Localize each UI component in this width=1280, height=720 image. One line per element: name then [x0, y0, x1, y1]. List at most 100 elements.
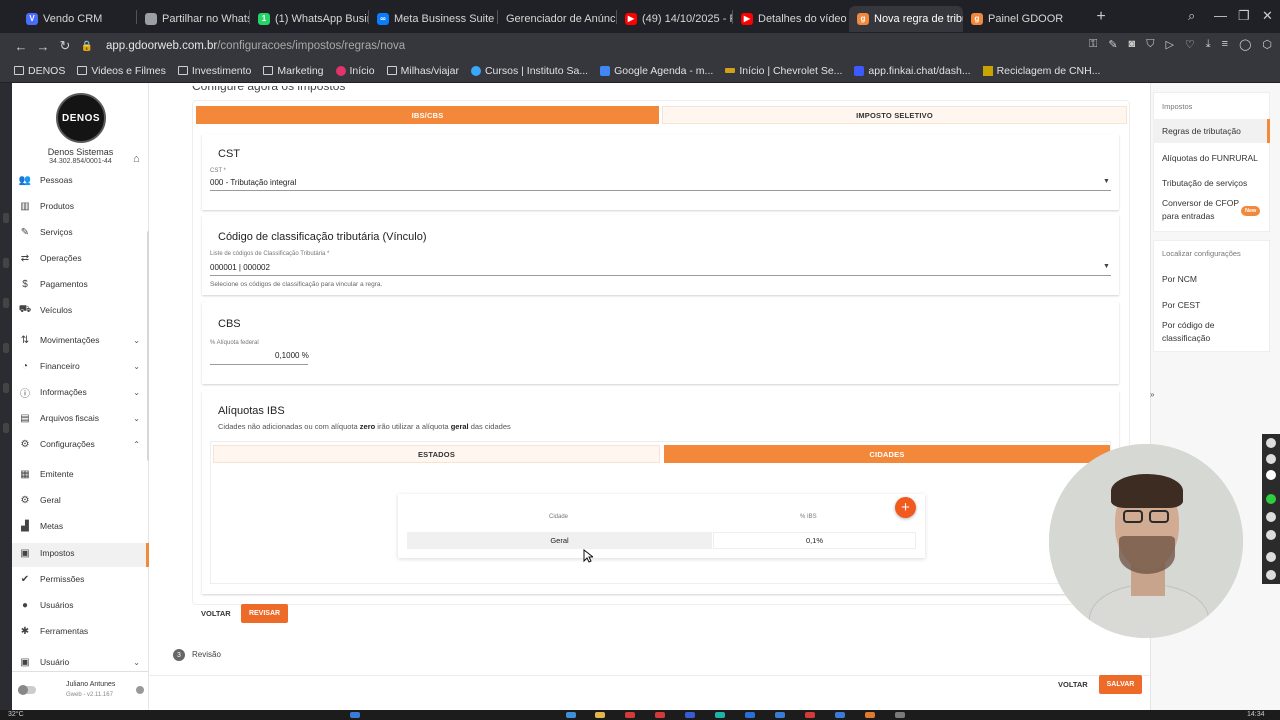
- cbs-rate-input[interactable]: 0,1000 %: [275, 351, 309, 360]
- bookmark-item[interactable]: DENOS: [14, 65, 65, 77]
- shield-icon[interactable]: ⛉: [1146, 38, 1154, 51]
- tab-imposto-seletivo[interactable]: IMPOSTO SELETIVO: [662, 106, 1127, 124]
- play-icon[interactable]: ▷: [1165, 38, 1173, 51]
- menu-item-por-cest[interactable]: Por CEST: [1162, 299, 1200, 312]
- menu-item-por-ncm[interactable]: Por NCM: [1162, 273, 1197, 286]
- gear-icon[interactable]: [1266, 570, 1276, 580]
- sidebar-item-configuracoes[interactable]: ⚙ Configurações ⌃: [20, 435, 140, 453]
- cst-select[interactable]: 000 - Tributação integral: [210, 178, 296, 187]
- sidebar-item-impostos[interactable]: ▣ Impostos: [20, 544, 140, 562]
- bookmark-item[interactable]: Cursos | Instituto Sa...: [470, 65, 588, 77]
- back-icon[interactable]: ←: [10, 39, 32, 54]
- volume-icon[interactable]: [1266, 512, 1276, 522]
- back-button[interactable]: VOLTAR: [201, 609, 231, 618]
- save-button[interactable]: SALVAR: [1099, 675, 1142, 694]
- taskbar-app-icon[interactable]: [655, 712, 665, 718]
- extension-icon[interactable]: ⬡: [1262, 38, 1272, 51]
- browser-tab[interactable]: g Painel GDOOR: [963, 6, 1081, 32]
- restore-icon[interactable]: ❐: [1238, 8, 1250, 24]
- sidebar-item-movimentacoes[interactable]: ⇅ Movimentações ⌄: [20, 331, 140, 349]
- table-cell-rate[interactable]: 0,1%: [713, 532, 916, 549]
- tab-estados[interactable]: ESTADOS: [213, 445, 660, 463]
- tab-cidades[interactable]: CIDADES: [664, 445, 1110, 463]
- camera-icon[interactable]: ◙: [1129, 38, 1136, 51]
- taskbar-app-icon[interactable]: [835, 712, 845, 718]
- review-button[interactable]: REVISAR: [241, 604, 288, 623]
- taskbar-app-icon[interactable]: [775, 712, 785, 718]
- close-icon[interactable]: [1266, 438, 1276, 448]
- menu-item-conversor-cfop[interactable]: Conversor de CFOP para entradas: [1162, 197, 1244, 223]
- browser-tab[interactable]: Gerenciador de Anúncios: [498, 6, 616, 32]
- sidebar-item-financeiro[interactable]: ◔ Financeiro ⌄: [20, 357, 140, 375]
- browser-tab[interactable]: 1 (1) WhatsApp Business: [250, 6, 368, 32]
- bookmark-item[interactable]: Início | Chevrolet Se...: [725, 65, 842, 77]
- browser-tab[interactable]: Partilhar no WhatsApp: [137, 6, 249, 32]
- info-icon[interactable]: [136, 686, 144, 694]
- bookmark-item[interactable]: Marketing: [263, 65, 324, 77]
- theme-toggle[interactable]: [18, 685, 36, 695]
- footer-back-button[interactable]: VOLTAR: [1058, 680, 1088, 689]
- taskbar-app-icon[interactable]: [566, 712, 576, 718]
- bookmark-item[interactable]: Reciclagem de CNH...: [982, 65, 1100, 77]
- tab-ibs-cbs[interactable]: IBS/CBS: [196, 106, 659, 124]
- browser-tab[interactable]: ∞ Meta Business Suite: [369, 6, 497, 32]
- bookmark-item[interactable]: Milhas/viajar: [386, 65, 459, 77]
- browser-tab[interactable]: ▶ (49) 14/10/2025 - Reform: [617, 6, 732, 32]
- taskbar-app-icon[interactable]: [745, 712, 755, 718]
- table-cell-city[interactable]: Geral: [407, 532, 712, 549]
- taskbar-app-icon[interactable]: [715, 712, 725, 718]
- sidebar-item-usuario[interactable]: ▣ Usuário ⌄: [20, 653, 140, 671]
- menu-item-por-codigo[interactable]: Por código de classificação: [1162, 319, 1242, 345]
- folder-icon[interactable]: [595, 712, 605, 718]
- menu-item-funrural[interactable]: Alíquotas do FUNRURAL: [1162, 152, 1258, 165]
- sidebar-item-permissoes[interactable]: ✔ Permissões: [20, 570, 140, 588]
- sidebar-item-pessoas[interactable]: 👥 Pessoas: [19, 171, 140, 189]
- taskbar-app-icon[interactable]: [865, 712, 875, 718]
- camera-icon[interactable]: [1266, 454, 1276, 464]
- sidebar-item-operacoes[interactable]: ⇄ Operações: [20, 249, 140, 267]
- taskbar-app-icon[interactable]: [625, 712, 635, 718]
- dropdown-arrow-icon[interactable]: ▼: [1103, 178, 1110, 185]
- new-tab-button[interactable]: +: [1091, 8, 1111, 26]
- home-icon[interactable]: ⌂: [133, 153, 140, 165]
- bookmark-item[interactable]: Início: [335, 65, 375, 77]
- menu-icon[interactable]: ≡: [1222, 38, 1228, 51]
- add-city-button[interactable]: +: [895, 497, 916, 518]
- sidebar-item-veiculos[interactable]: ⛟ Veículos: [19, 301, 140, 319]
- browser-tab-active[interactable]: g Nova regra de tributação: [849, 5, 963, 32]
- sidebar-item-arquivos-fiscais[interactable]: ▤ Arquivos fiscais ⌄: [20, 409, 140, 427]
- sidebar-item-ferramentas[interactable]: ✱ Ferramentas: [20, 622, 140, 640]
- taskbar-app-icon[interactable]: [805, 712, 815, 718]
- profile-icon[interactable]: ◯: [1239, 38, 1251, 51]
- sidebar-item-metas[interactable]: ▟ Metas: [20, 517, 140, 535]
- edit-icon[interactable]: ✎: [1108, 38, 1117, 51]
- sidebar-item-emitente[interactable]: ▦ Emitente: [20, 465, 140, 483]
- bookmark-item[interactable]: Investimento: [177, 65, 251, 77]
- browser-tab[interactable]: V Vendo CRM: [18, 6, 136, 32]
- forward-icon[interactable]: →: [32, 39, 54, 54]
- sidebar-item-servicos[interactable]: ✎ Serviços: [20, 223, 140, 241]
- taskbar-app-icon[interactable]: [895, 712, 905, 718]
- sidebar-item-produtos[interactable]: ▥ Produtos: [20, 197, 140, 215]
- bookmark-item[interactable]: Google Agenda - m...: [600, 65, 713, 77]
- start-icon[interactable]: [350, 712, 360, 718]
- microphone-icon[interactable]: [1266, 494, 1276, 504]
- bookmark-item[interactable]: Videos e Filmes: [77, 65, 166, 77]
- taskbar-app-icon[interactable]: [685, 712, 695, 718]
- heart-icon[interactable]: ♡: [1185, 38, 1195, 51]
- search-tabs-icon[interactable]: ⌕: [1188, 8, 1195, 24]
- download-icon[interactable]: ⤓: [1206, 38, 1211, 51]
- expand-panel-icon[interactable]: »: [1150, 390, 1154, 399]
- minimize-icon[interactable]: —: [1214, 8, 1227, 23]
- url-field[interactable]: app.gdoorweb.com.br/configuracoes/impost…: [106, 40, 405, 52]
- menu-item-tributacao-servicos[interactable]: Tributação de serviços: [1162, 177, 1247, 190]
- reload-icon[interactable]: ↻: [54, 38, 76, 54]
- sidebar-item-usuarios[interactable]: ● Usuários: [20, 596, 140, 614]
- classification-select[interactable]: 000001 | 000002: [210, 263, 270, 272]
- menu-item-regras-tributacao[interactable]: Regras de tributação: [1162, 125, 1241, 138]
- sidebar-item-informacoes[interactable]: ⓘ Informações ⌄: [20, 383, 140, 401]
- sidebar-item-pagamentos[interactable]: $ Pagamentos: [20, 275, 140, 293]
- sidebar-item-geral[interactable]: ⚙ Geral: [20, 491, 140, 509]
- target-icon[interactable]: [1266, 530, 1276, 540]
- close-window-icon[interactable]: ✕: [1262, 8, 1273, 24]
